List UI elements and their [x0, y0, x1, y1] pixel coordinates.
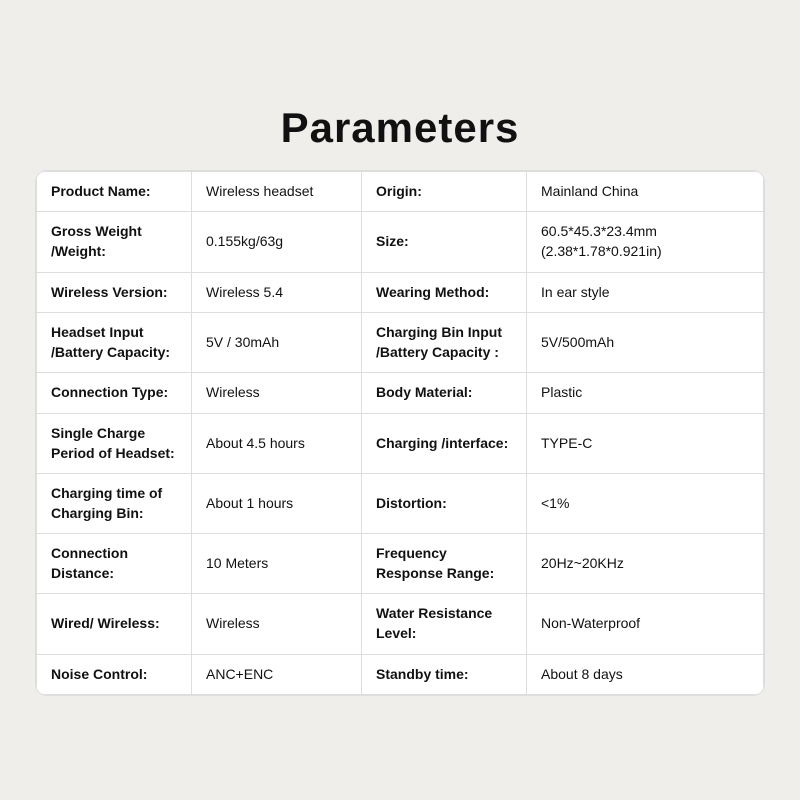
param-label2-7: Frequency Response Range:	[362, 534, 527, 594]
param-label-3: Headset Input /Battery Capacity:	[37, 313, 192, 373]
param-value2-7: 20Hz~20KHz	[527, 534, 764, 594]
table-row: Single Charge Period of Headset:About 4.…	[37, 413, 764, 473]
param-label-4: Connection Type:	[37, 373, 192, 414]
param-label-0: Product Name:	[37, 171, 192, 212]
param-value2-3: 5V/500mAh	[527, 313, 764, 373]
table-row: Wireless Version:Wireless 5.4Wearing Met…	[37, 272, 764, 313]
param-label-6: Charging time of Charging Bin:	[37, 474, 192, 534]
param-value-5: About 4.5 hours	[192, 413, 362, 473]
param-value2-2: In ear style	[527, 272, 764, 313]
param-value-9: ANC+ENC	[192, 654, 362, 695]
table-row: Gross Weight /Weight:0.155kg/63gSize:60.…	[37, 212, 764, 272]
param-value2-9: About 8 days	[527, 654, 764, 695]
param-label-9: Noise Control:	[37, 654, 192, 695]
param-value-2: Wireless 5.4	[192, 272, 362, 313]
param-value2-4: Plastic	[527, 373, 764, 414]
param-label2-1: Size:	[362, 212, 527, 272]
table-row: Headset Input /Battery Capacity:5V / 30m…	[37, 313, 764, 373]
param-value-4: Wireless	[192, 373, 362, 414]
param-value-8: Wireless	[192, 594, 362, 654]
param-value-6: About 1 hours	[192, 474, 362, 534]
param-value-7: 10 Meters	[192, 534, 362, 594]
param-label2-9: Standby time:	[362, 654, 527, 695]
params-table: Product Name:Wireless headsetOrigin:Main…	[36, 171, 764, 696]
param-label2-2: Wearing Method:	[362, 272, 527, 313]
table-row: Noise Control:ANC+ENCStandby time:About …	[37, 654, 764, 695]
param-value2-0: Mainland China	[527, 171, 764, 212]
param-label-1: Gross Weight /Weight:	[37, 212, 192, 272]
param-label2-0: Origin:	[362, 171, 527, 212]
param-value-3: 5V / 30mAh	[192, 313, 362, 373]
param-value2-8: Non-Waterproof	[527, 594, 764, 654]
param-label2-3: Charging Bin Input /Battery Capacity :	[362, 313, 527, 373]
param-label2-4: Body Material:	[362, 373, 527, 414]
param-label2-8: Water Resistance Level:	[362, 594, 527, 654]
param-label-7: Connection Distance:	[37, 534, 192, 594]
param-label-5: Single Charge Period of Headset:	[37, 413, 192, 473]
table-row: Product Name:Wireless headsetOrigin:Main…	[37, 171, 764, 212]
param-value-1: 0.155kg/63g	[192, 212, 362, 272]
param-label2-5: Charging /interface:	[362, 413, 527, 473]
param-value-0: Wireless headset	[192, 171, 362, 212]
table-row: Connection Distance:10 MetersFrequency R…	[37, 534, 764, 594]
param-label-8: Wired/ Wireless:	[37, 594, 192, 654]
table-row: Charging time of Charging Bin:About 1 ho…	[37, 474, 764, 534]
param-value2-6: <1%	[527, 474, 764, 534]
table-row: Connection Type:WirelessBody Material:Pl…	[37, 373, 764, 414]
param-value2-1: 60.5*45.3*23.4mm (2.38*1.78*0.921in)	[527, 212, 764, 272]
param-value2-5: TYPE-C	[527, 413, 764, 473]
params-table-wrapper: Product Name:Wireless headsetOrigin:Main…	[35, 170, 765, 697]
param-label-2: Wireless Version:	[37, 272, 192, 313]
table-row: Wired/ Wireless:WirelessWater Resistance…	[37, 594, 764, 654]
param-label2-6: Distortion:	[362, 474, 527, 534]
page-title: Parameters	[281, 104, 520, 152]
